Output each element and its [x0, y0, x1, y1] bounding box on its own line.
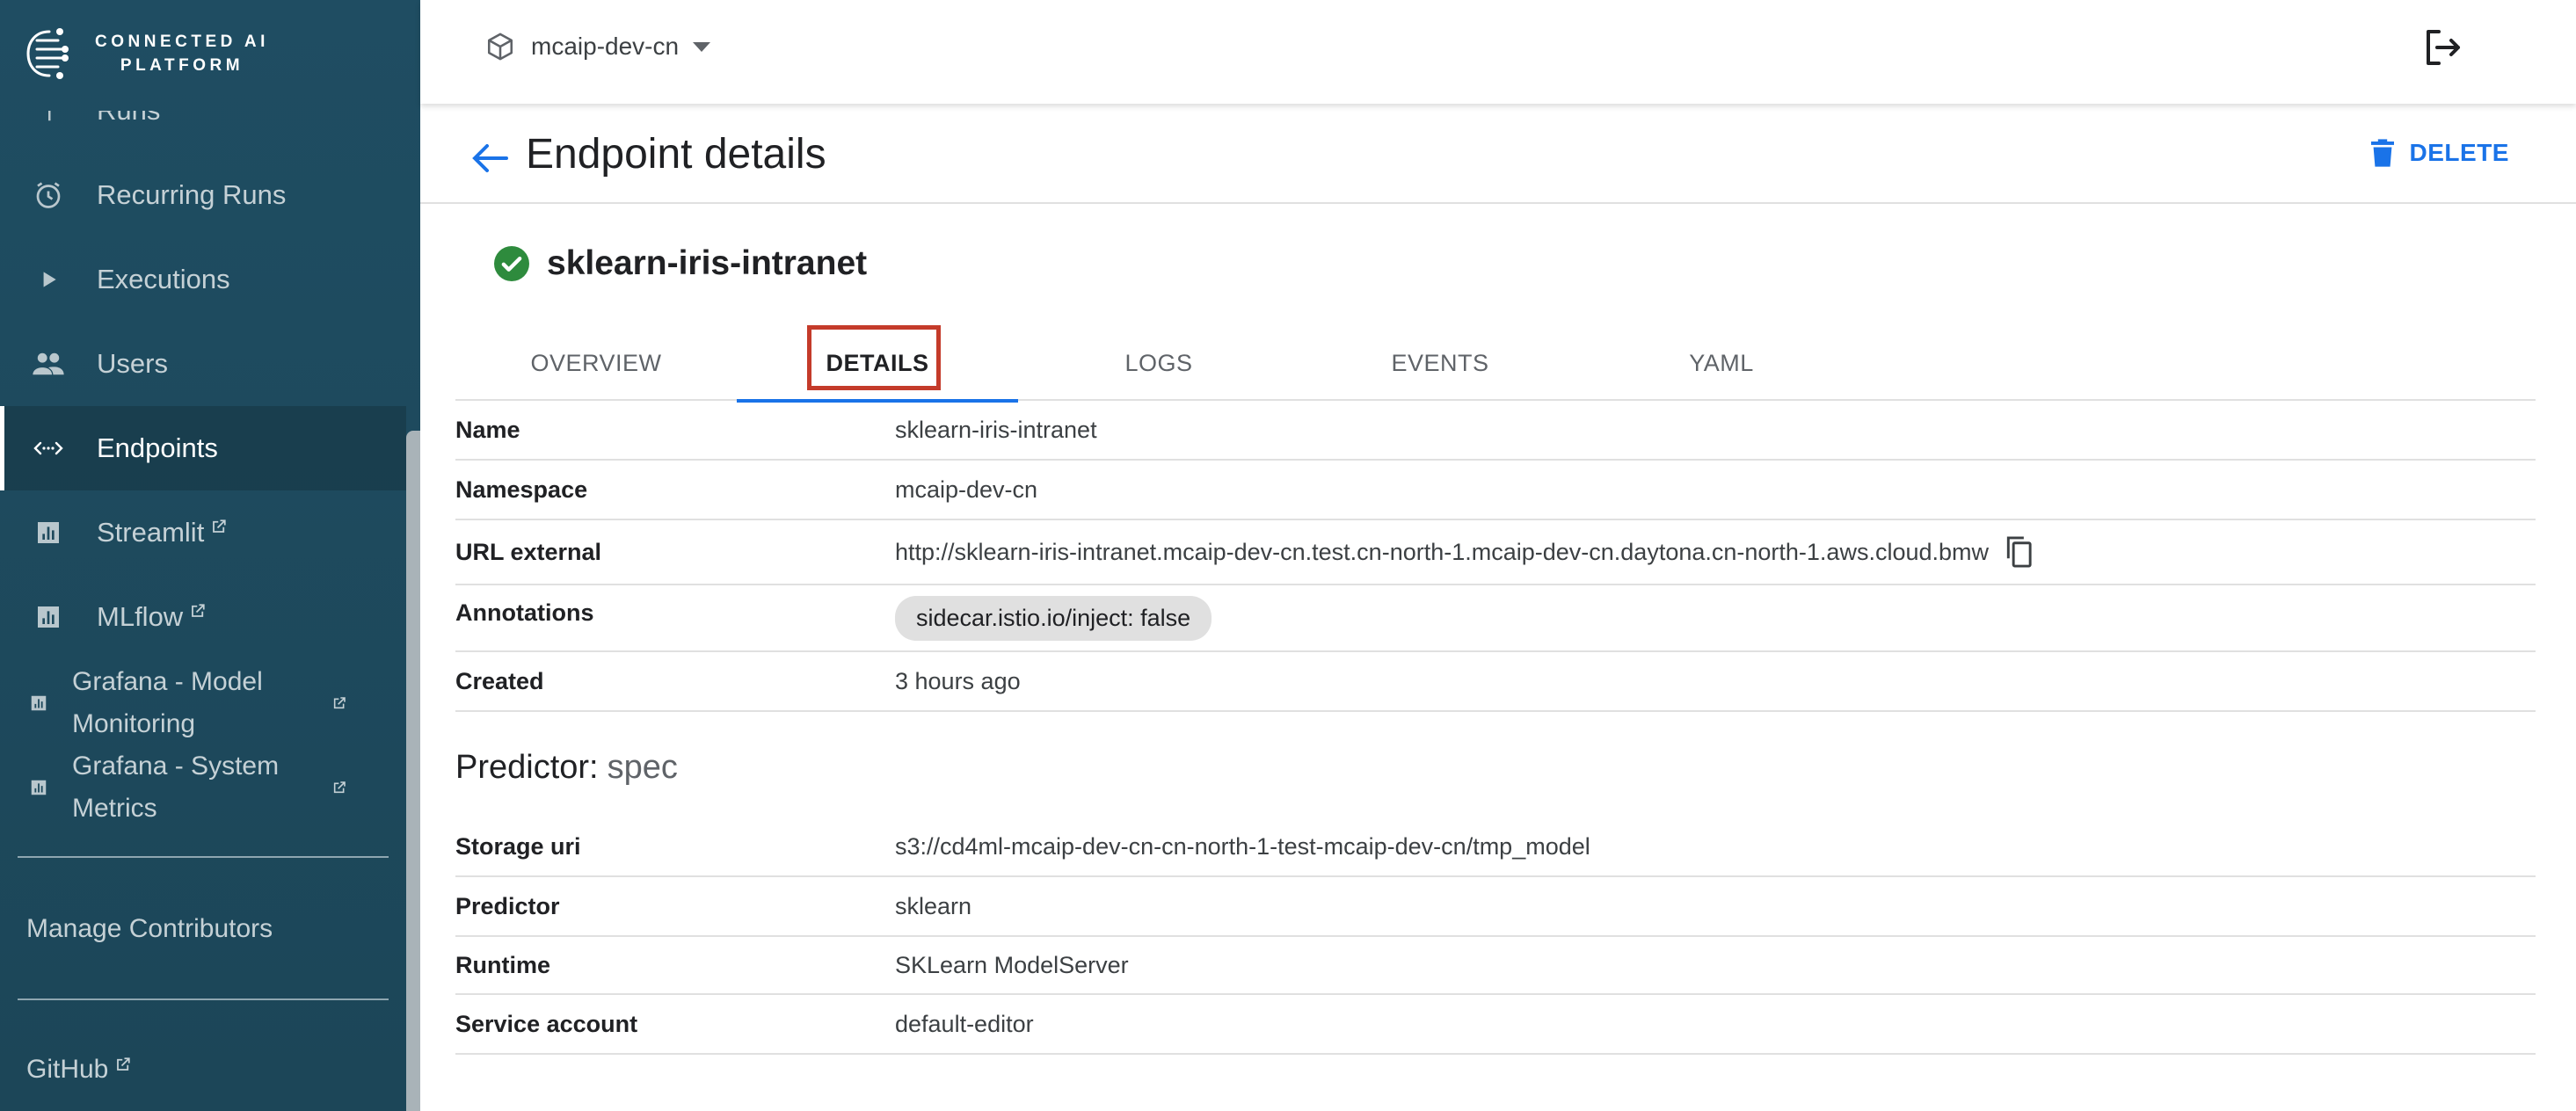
namespace-selector[interactable]: mcaip-dev-cn — [485, 32, 711, 62]
sidebar-item-grafana-system-metrics[interactable]: Grafana - System Metrics — [0, 744, 406, 831]
check-circle-icon — [494, 246, 529, 281]
annotation-chip: sidecar.istio.io/inject: false — [895, 595, 1212, 641]
bar-chart-icon — [21, 770, 56, 805]
predictor-section-title: Predictor: spec — [455, 749, 678, 787]
detail-key: Name — [455, 416, 520, 443]
cube-icon — [487, 33, 513, 61]
detail-value: mcaip-dev-cn — [895, 476, 1038, 503]
sidebar-item-label: Grafana - System Metrics — [72, 752, 280, 823]
detail-value: SKLearn ModelServer — [895, 951, 1129, 978]
detail-key: Predictor — [455, 892, 560, 919]
logo-line-1: CONNECTED AI — [95, 33, 269, 51]
external-link-icon — [333, 697, 346, 709]
delete-button[interactable]: DELETE — [2370, 139, 2509, 167]
resource-title: sklearn-iris-intranet — [494, 244, 867, 283]
detail-key: Annotations — [455, 599, 594, 626]
external-link-icon — [117, 1057, 131, 1071]
external-link-icon — [213, 519, 226, 533]
top-bar: mcaip-dev-cn — [420, 0, 2576, 104]
sidebar-item-label: Runs — [97, 95, 161, 126]
sidebar-item-mlflow[interactable]: MLflow — [0, 575, 406, 659]
tab-logs[interactable]: LOGS — [1018, 325, 1299, 401]
detail-row-url-external: URL external http://sklearn-iris-intrane… — [455, 520, 2536, 585]
code-arrows-icon — [26, 431, 70, 466]
resource-name: sklearn-iris-intranet — [547, 244, 868, 282]
sidebar-divider — [18, 856, 389, 858]
people-icon — [26, 346, 70, 381]
sidebar-item-label: Grafana - Model Monitoring — [72, 667, 263, 738]
tab-bar: OVERVIEW DETAILS LOGS EVENTS YAML — [455, 325, 2536, 403]
external-link-icon — [192, 604, 205, 617]
sidebar-item-label: Recurring Runs — [97, 179, 287, 210]
sidebar-item-label: MLflow — [97, 601, 184, 632]
sidebar-item-executions[interactable]: Executions — [0, 237, 406, 322]
bar-chart-icon — [26, 599, 70, 635]
predictor-row-predictor: Predictor sklearn — [455, 877, 2536, 937]
detail-row-namespace: Namespace mcaip-dev-cn — [455, 461, 2536, 520]
detail-row-name: Name sklearn-iris-intranet — [455, 401, 2536, 461]
sidebar-item-label: Users — [97, 348, 168, 379]
page-header: Endpoint details DELETE — [420, 104, 2576, 204]
detail-key: Service account — [455, 1010, 638, 1037]
predictor-subtitle: spec — [607, 749, 678, 786]
tab-overview[interactable]: OVERVIEW — [455, 325, 737, 401]
copy-icon[interactable] — [2003, 535, 2034, 569]
predictor-row-storage-uri: Storage uri s3://cd4ml-mcaip-dev-cn-cn-n… — [455, 817, 2536, 877]
sidebar-item-users[interactable]: Users — [0, 322, 406, 406]
logo-line-2: PLATFORM — [120, 56, 244, 75]
sidebar-item-label: Endpoints — [97, 432, 218, 463]
external-link-icon — [333, 781, 346, 794]
logout-icon[interactable] — [2421, 26, 2463, 69]
back-arrow-icon[interactable] — [471, 142, 510, 174]
detail-key: URL external — [455, 538, 602, 565]
detail-key: Runtime — [455, 951, 550, 978]
predictor-row-service-account: Service account default-editor — [455, 995, 2536, 1055]
caret-down-icon — [693, 41, 711, 52]
play-icon — [26, 262, 70, 297]
sidebar: CONNECTED AI PLATFORM Runs Recurring Run… — [0, 0, 420, 1111]
platform-logo[interactable]: CONNECTED AI PLATFORM — [23, 23, 269, 84]
delete-label: DELETE — [2409, 139, 2509, 166]
trash-icon — [2370, 139, 2394, 167]
detail-value: default-editor — [895, 1010, 1034, 1037]
logo-icon — [26, 28, 69, 79]
predictor-row-runtime: Runtime SKLearn ModelServer — [455, 937, 2536, 995]
detail-value: sklearn — [895, 892, 972, 919]
sidebar-item-recurring-runs[interactable]: Recurring Runs — [0, 153, 406, 237]
namespace-label: mcaip-dev-cn — [531, 33, 680, 60]
bar-chart-icon — [21, 686, 56, 721]
manage-contributors-link[interactable]: Manage Contributors — [26, 914, 273, 944]
detail-key: Namespace — [455, 476, 588, 503]
tab-yaml[interactable]: YAML — [1581, 325, 1862, 401]
sidebar-divider — [18, 998, 389, 1000]
predictor-title: Predictor: — [455, 749, 599, 786]
alarm-clock-icon — [26, 178, 70, 213]
sidebar-item-label: Streamlit — [97, 517, 205, 548]
detail-value: s3://cd4ml-mcaip-dev-cn-cn-north-1-test-… — [895, 832, 1590, 860]
tab-events[interactable]: EVENTS — [1299, 325, 1581, 401]
detail-row-created: Created 3 hours ago — [455, 652, 2536, 712]
sidebar-item-label: Executions — [97, 264, 230, 294]
detail-key: Storage uri — [455, 832, 581, 860]
detail-row-annotations: Annotations sidecar.istio.io/inject: fal… — [455, 585, 2536, 652]
bar-chart-icon — [26, 515, 70, 550]
detail-key: Created — [455, 667, 544, 694]
detail-value: sklearn-iris-intranet — [895, 416, 1097, 443]
page-title: Endpoint details — [526, 131, 826, 178]
sidebar-scrollbar[interactable] — [406, 431, 420, 1111]
runs-icon — [26, 111, 70, 128]
github-label: GitHub — [26, 1055, 109, 1084]
url-external-value[interactable]: http://sklearn-iris-intranet.mcaip-dev-c… — [895, 539, 1989, 566]
sidebar-item-grafana-model-monitoring[interactable]: Grafana - Model Monitoring — [0, 659, 406, 747]
detail-value: 3 hours ago — [895, 667, 1021, 694]
github-link[interactable]: GitHub — [26, 1055, 131, 1085]
sidebar-item-streamlit[interactable]: Streamlit — [0, 490, 406, 575]
tab-details[interactable]: DETAILS — [737, 325, 1018, 403]
sidebar-item-endpoints[interactable]: Endpoints — [0, 406, 406, 490]
